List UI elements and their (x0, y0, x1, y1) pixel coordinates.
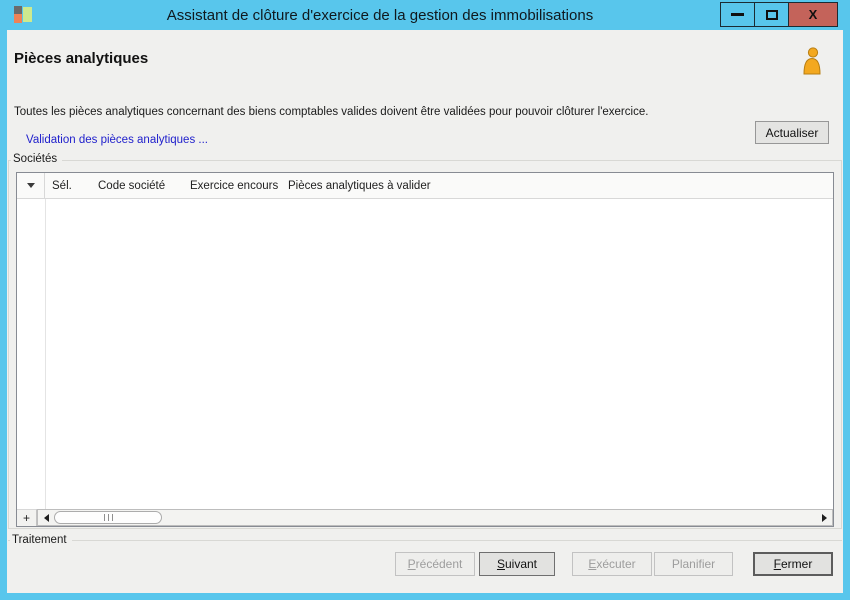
maximize-button[interactable] (754, 2, 789, 27)
horizontal-scrollbar[interactable] (37, 509, 833, 526)
titlebar[interactable]: Assistant de clôture d'exercice de la ge… (0, 0, 850, 30)
minimize-icon (731, 13, 744, 16)
table-header-row: Sél. Code société Exercice encours Pièces a… (17, 173, 833, 199)
close-button[interactable]: X (788, 2, 838, 27)
column-header-pieces-analytiques-a-valider[interactable]: Pièces analytiques à valider (281, 173, 833, 198)
column-header-code-societe[interactable]: Code société (91, 173, 183, 198)
select-all-header[interactable] (17, 173, 45, 198)
precedent-button[interactable]: Précédent (395, 552, 475, 576)
validation-link[interactable]: Validation des pièces analytiques ... (26, 134, 208, 146)
scroll-left-icon (43, 513, 49, 522)
traitement-groupbox: Traitement (8, 533, 842, 547)
person-icon (799, 46, 825, 81)
societes-groupbox: Sociétés Sél. Code société Exercice encour… (8, 153, 842, 529)
scrollbar-thumb[interactable] (54, 511, 162, 524)
refresh-button[interactable]: Actualiser (755, 121, 829, 144)
societes-table: Sél. Code société Exercice encours Pièces a… (16, 172, 834, 527)
traitement-group-label: Traitement (10, 534, 72, 546)
scroll-right-icon (821, 513, 827, 522)
fermer-button[interactable]: Fermer (753, 552, 833, 576)
scroll-left-button[interactable] (38, 510, 54, 525)
close-icon: X (808, 7, 818, 22)
suivant-button[interactable]: Suivant (479, 552, 555, 576)
societes-group-label: Sociétés (11, 153, 63, 165)
page-title: Pièces analytiques (14, 50, 149, 67)
minimize-button[interactable] (720, 2, 755, 27)
window-controls: X (720, 2, 838, 27)
wizard-content: Pièces analytiques Toutes les pièces ana… (7, 30, 843, 593)
window-title: Assistant de clôture d'exercice de la ge… (166, 6, 594, 24)
app-icon[interactable] (14, 6, 32, 23)
column-header-exercice-encours[interactable]: Exercice encours (183, 173, 281, 198)
executer-button[interactable]: Exécuter (572, 552, 652, 576)
table-body[interactable] (17, 199, 833, 509)
wizard-window: Assistant de clôture d'exercice de la ge… (0, 0, 850, 600)
wizard-footer: Précédent Suivant Exécuter Planifier Fermer (395, 552, 833, 576)
dropdown-arrow-icon (26, 183, 35, 188)
table-bottom-bar: + (17, 509, 833, 526)
maximize-icon (765, 9, 778, 20)
instruction-text: Toutes les pièces analytiques concernant… (14, 106, 649, 118)
planifier-button[interactable]: Planifier (654, 552, 733, 576)
scrollbar-track[interactable] (162, 510, 816, 525)
column-header-sel[interactable]: Sél. (45, 173, 91, 198)
scroll-right-button[interactable] (816, 510, 832, 525)
add-row-button[interactable]: + (17, 509, 37, 526)
